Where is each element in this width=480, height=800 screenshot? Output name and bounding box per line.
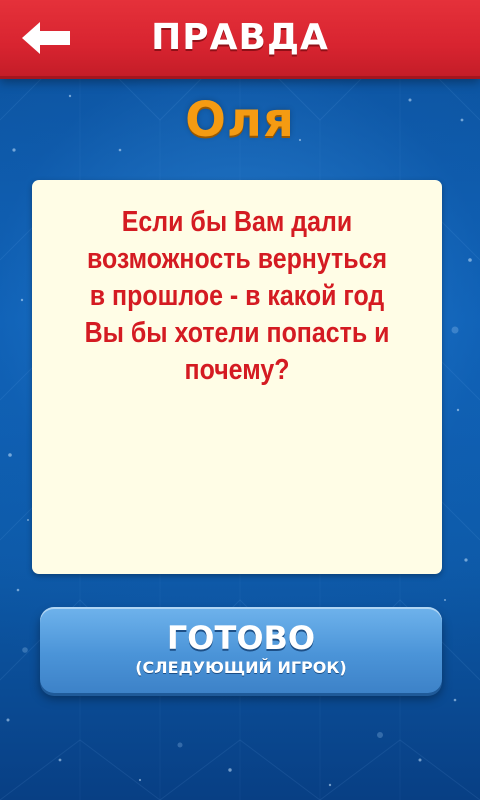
done-button-label: ГОТОВО (166, 619, 316, 657)
question-text: Если бы Вам дали возможность вернуться в… (84, 206, 390, 386)
arrow-left-icon (22, 22, 70, 54)
next-player-label: (СЛЕДУЮЩИЙ ИГРОК) (135, 658, 347, 677)
player-name: Оля (185, 92, 295, 148)
top-bar: ПРАВДА (0, 0, 480, 76)
back-button[interactable] (18, 14, 74, 62)
question-card: Если бы Вам дали возможность вернуться в… (32, 180, 442, 574)
done-next-player-button[interactable]: ГОТОВО (СЛЕДУЮЩИЙ ИГРОК) (40, 607, 442, 693)
